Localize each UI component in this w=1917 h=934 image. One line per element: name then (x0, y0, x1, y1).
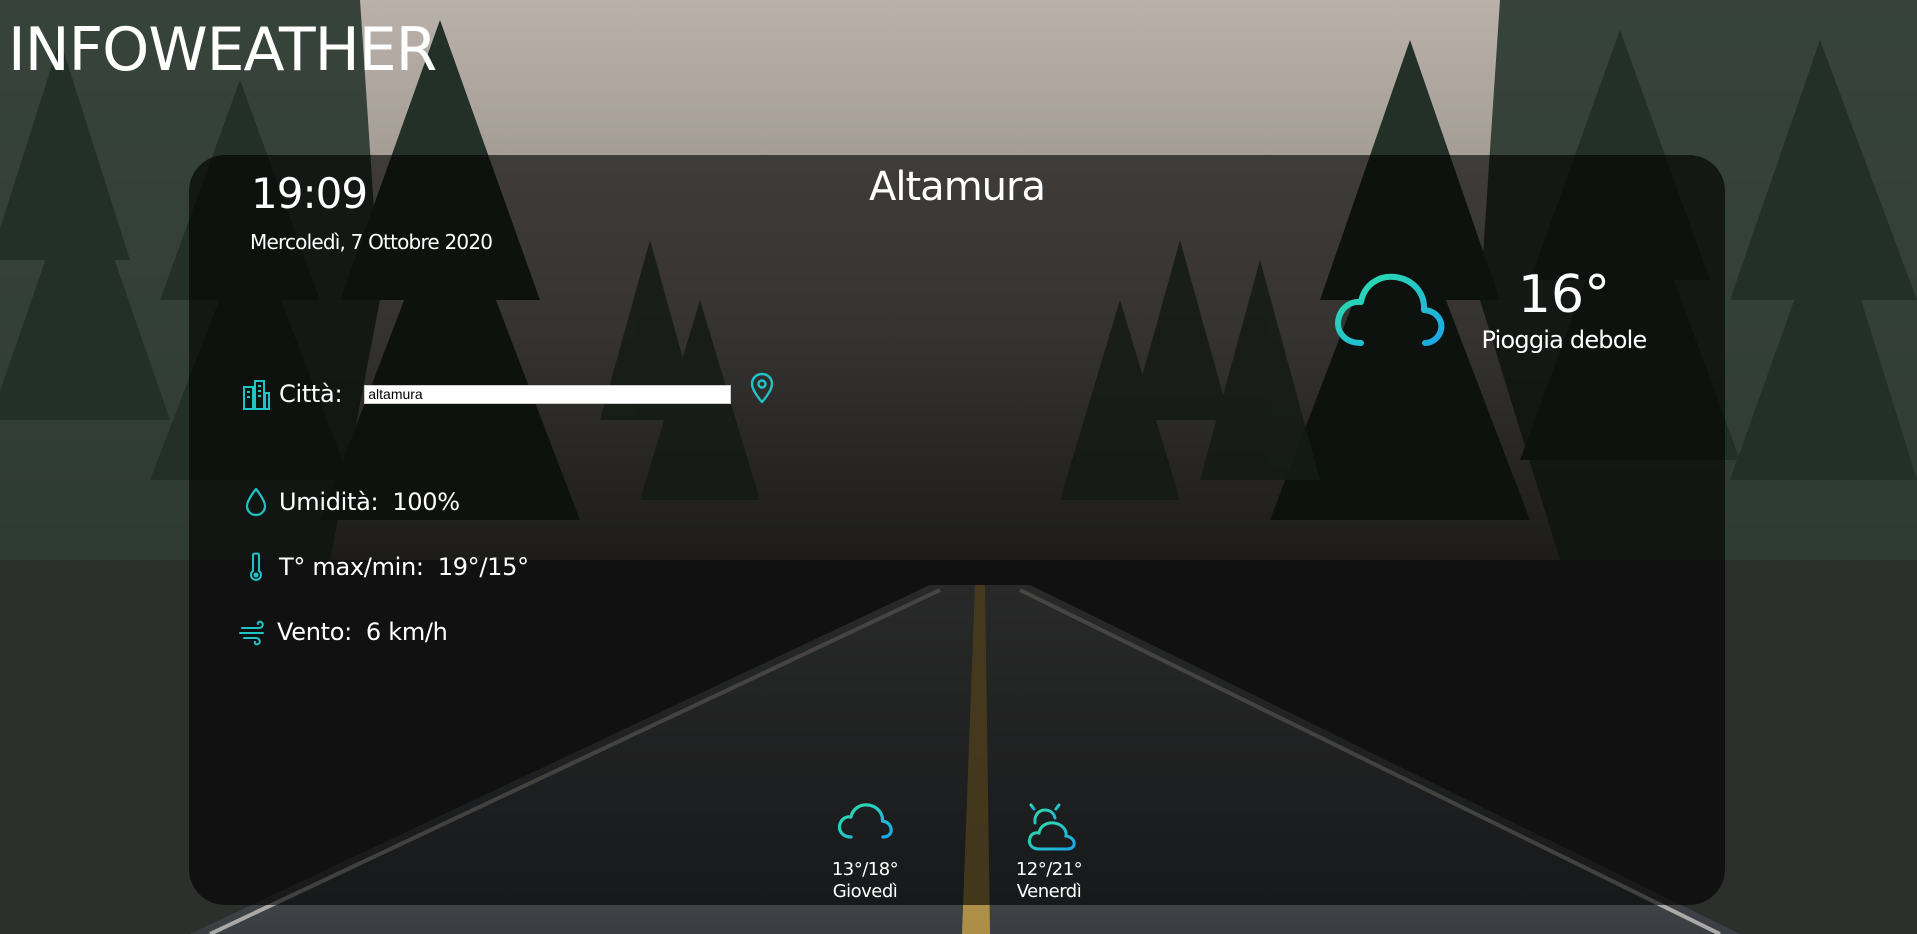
humidity-label: Umidità: (279, 488, 379, 516)
humidity-row: Umidità: 100% (241, 485, 460, 519)
current-temperature: 16° (1517, 265, 1611, 325)
weather-description: Pioggia debole (1481, 326, 1648, 354)
location-pin-icon[interactable] (748, 372, 776, 404)
city-search-row: Città: (241, 372, 776, 411)
wind-icon (239, 615, 269, 649)
city-title: Altamura (869, 164, 1046, 210)
forecast-temperature: 13°/18° (831, 859, 899, 880)
temperature-range-value: 19°/15° (437, 553, 529, 581)
weather-card: 19:09 Mercoledì, 7 Ottobre 2020 Altamura… (189, 155, 1725, 905)
water-drop-icon (241, 485, 271, 519)
forecast-day: 13°/18° Giovedì (815, 795, 915, 903)
humidity-value: 100% (392, 488, 460, 516)
city-buildings-icon (241, 377, 271, 411)
wind-value: 6 km/h (365, 618, 448, 646)
app-title: INFOWEATHER (8, 15, 437, 85)
temperature-range-row: T° max/min: 19°/15° (241, 550, 529, 584)
wind-row: Vento: 6 km/h (239, 615, 448, 649)
temperature-range-label: T° max/min: (279, 553, 424, 581)
rain-cloud-icon (835, 795, 895, 855)
current-date: Mercoledì, 7 Ottobre 2020 (250, 230, 493, 254)
partly-cloudy-sun-icon (1019, 795, 1079, 855)
forecast-temperature: 12°/21° (1015, 859, 1083, 880)
forecast-day: 12°/21° Venerdì (999, 795, 1099, 903)
forecast-day-name: Venerdì (1016, 881, 1082, 902)
forecast-day-name: Giovedì (832, 881, 898, 902)
rain-cloud-icon (1329, 255, 1449, 375)
thermometer-icon (241, 550, 271, 584)
city-input[interactable] (364, 384, 732, 404)
city-label: Città: (279, 380, 343, 408)
current-weather: 16° Pioggia debole (1329, 255, 1689, 395)
wind-label: Vento: (277, 618, 352, 646)
